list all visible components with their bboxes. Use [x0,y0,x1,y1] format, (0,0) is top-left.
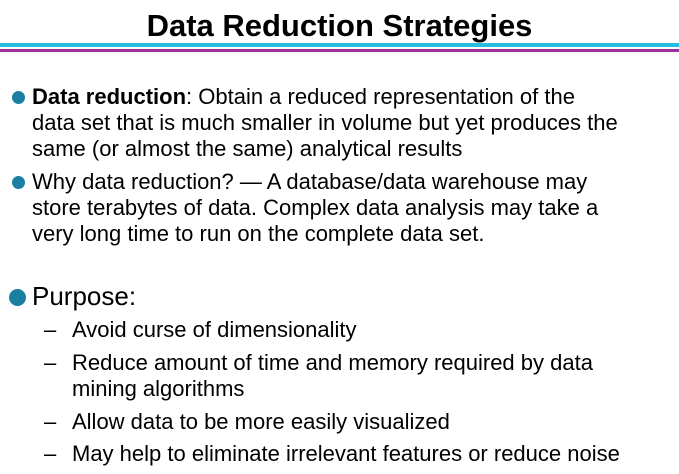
bullet-data-reduction-line-3: same (or almost the same) analytical res… [32,136,463,161]
title-rule-purple [0,49,679,52]
purpose-item-1: Avoid curse of dimensionality [72,317,357,342]
bullet-text: : Obtain a reduced representation of the [186,84,575,109]
slide-title: Data Reduction Strategies [146,8,533,43]
bullet-bold-term: Data reduction [32,84,187,109]
bullet-dot-icon [12,176,25,189]
dash-marker: – [44,350,57,375]
purpose-item-2-line-2: mining algorithms [72,376,245,401]
purpose-heading: Purpose: [32,281,137,311]
purpose-item-2-line-1: Reduce amount of time and memory require… [72,350,593,375]
bullet-why-line-1: Why data reduction? — A database/data wa… [32,169,588,194]
bullet-data-reduction-line-1: Data reduction: Obtain a reduced represe… [32,84,575,110]
dash-marker: – [44,409,57,434]
bullet-data-reduction-line-2: data set that is much smaller in volume … [32,110,618,135]
title-rule-cyan [0,43,679,47]
bullet-why-line-3: very long time to run on the complete da… [32,221,485,246]
purpose-item-3: Allow data to be more easily visualized [72,409,450,434]
dash-marker: – [44,441,57,466]
bullet-dot-icon [9,289,26,306]
bullet-dot-icon [12,91,25,104]
bullet-why-line-2: store terabytes of data. Complex data an… [32,195,599,220]
dash-marker: – [44,317,57,342]
purpose-item-4: May help to eliminate irrelevant feature… [72,441,620,466]
